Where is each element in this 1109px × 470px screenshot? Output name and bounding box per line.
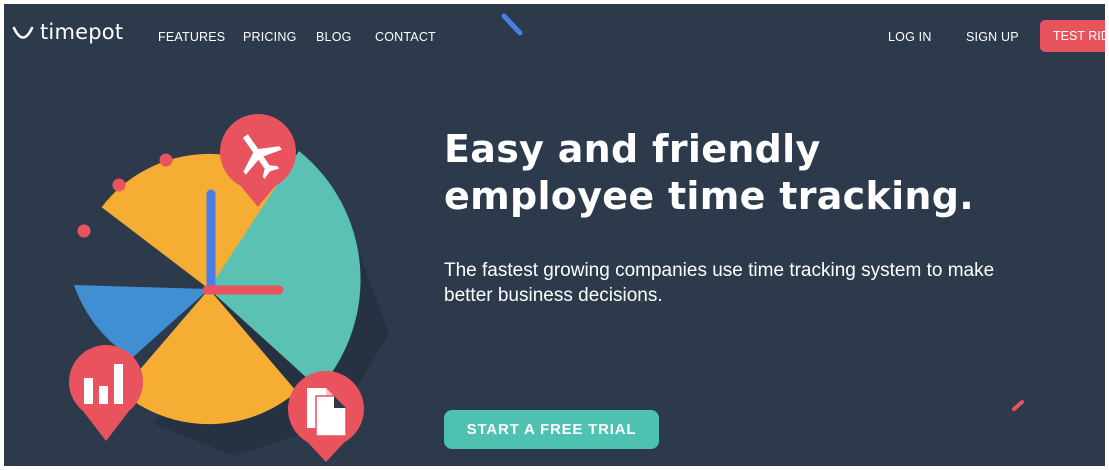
hero-headline-line1: Easy and friendly — [444, 127, 821, 171]
landing-hero: timepot FEATURES PRICING BLOG CONTACT LO… — [4, 4, 1105, 466]
start-free-trial-button[interactable]: START A FREE TRIAL — [444, 410, 659, 449]
hero-headline-line2: employee time tracking. — [444, 174, 974, 218]
bar-chart-pin — [69, 345, 143, 441]
document-pin — [288, 371, 364, 462]
dot-decoration — [112, 178, 126, 192]
dot-decoration — [77, 224, 91, 238]
hero-headline: Easy and friendly employee time tracking… — [444, 126, 1004, 220]
clock-illustration — [69, 114, 389, 462]
hero-subtitle-line2: better business decisions. — [444, 285, 663, 306]
blue-stroke-decoration — [501, 13, 523, 36]
hero-subtitle-line1: The fastest growing companies use time t… — [444, 260, 995, 281]
dot-decoration — [159, 153, 173, 167]
red-stroke-decoration — [1012, 400, 1024, 411]
hero-subtitle: The fastest growing companies use time t… — [444, 258, 1084, 308]
